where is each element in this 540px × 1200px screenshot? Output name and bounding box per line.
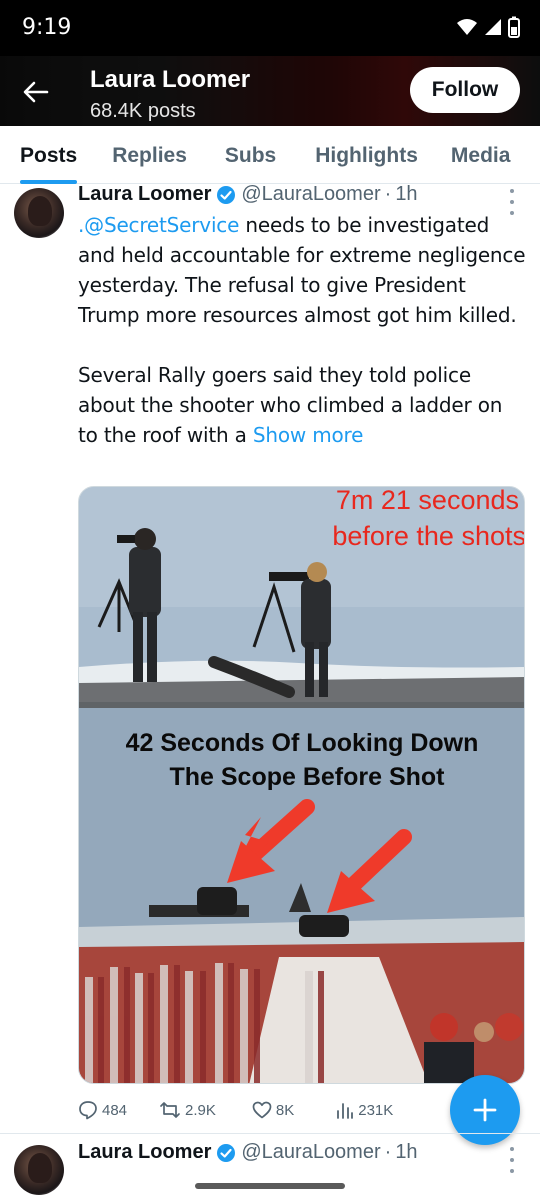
media-separator [79, 702, 524, 708]
profile-name: Laura Loomer [90, 66, 251, 93]
verified-badge-icon [216, 1143, 236, 1163]
tweet-handle[interactable]: @LauraLoomer [241, 1141, 380, 1164]
repost-button[interactable]: 2.9K [159, 1097, 216, 1123]
avatar[interactable] [14, 188, 64, 238]
more-options-icon[interactable] [506, 1147, 518, 1173]
show-more-link[interactable]: Show more [253, 423, 364, 447]
tweet-time[interactable]: 1h [395, 183, 417, 206]
profile-header: Laura Loomer 68.4K posts Follow [0, 56, 540, 126]
status-bar: 9:19 [0, 0, 540, 56]
media-photo-top [79, 487, 524, 702]
tweet-header: Laura Loomer @LauraLoomer · 1h [78, 183, 418, 206]
tab-subs[interactable]: Subs [225, 126, 276, 183]
reply-icon [79, 1101, 97, 1120]
tab-highlights[interactable]: Highlights [315, 126, 418, 183]
tweet-header: Laura Loomer @LauraLoomer · 1h [78, 1141, 418, 1164]
media-caption-top-line2: before the shots [332, 521, 525, 551]
wifi-icon [457, 19, 477, 35]
views-count: 231K [358, 1101, 394, 1119]
repost-icon [160, 1102, 180, 1118]
tweet-media[interactable]: 7m 21 seconds before the shots 42 Second… [78, 486, 525, 1084]
follow-button[interactable]: Follow [410, 67, 520, 113]
reply-button[interactable]: 484 [78, 1097, 127, 1123]
home-indicator[interactable] [195, 1183, 345, 1189]
battery-icon [508, 16, 520, 38]
tweet-handle[interactable]: @LauraLoomer [241, 183, 380, 206]
tweet-author-name[interactable]: Laura Loomer [78, 183, 211, 206]
like-button[interactable]: 8K [252, 1097, 294, 1123]
media-caption-bottom-line2: The Scope Before Shot [169, 763, 445, 791]
compose-button[interactable] [450, 1075, 520, 1145]
tweet-actions: 484 2.9K 8K 231K [78, 1097, 438, 1123]
tab-media[interactable]: Media [451, 126, 511, 183]
repost-count: 2.9K [185, 1101, 216, 1119]
profile-posts-count: 68.4K posts [90, 100, 196, 122]
media-caption-bottom-line1: 42 Seconds Of Looking Down [126, 729, 479, 757]
reply-count: 484 [102, 1101, 128, 1119]
back-button[interactable] [14, 70, 58, 114]
tweet-text: .@SecretService needs to be investigated… [78, 210, 528, 480]
tweet-time[interactable]: 1h [395, 1141, 417, 1164]
status-time: 9:19 [22, 15, 72, 40]
plus-icon [473, 1098, 497, 1122]
views-icon [337, 1103, 354, 1119]
tweet-separator: · [384, 183, 392, 205]
avatar[interactable] [14, 1145, 64, 1195]
tab-replies[interactable]: Replies [112, 126, 187, 183]
media-caption-top-line1: 7m 21 seconds [336, 487, 519, 515]
heart-icon [252, 1101, 272, 1119]
like-count: 8K [275, 1101, 295, 1119]
tweet-separator: · [384, 1141, 392, 1163]
tweet-author-name[interactable]: Laura Loomer [78, 1141, 211, 1164]
tweet-divider [0, 1133, 540, 1134]
status-icons [456, 16, 520, 38]
mention-link[interactable]: .@SecretService [78, 213, 239, 237]
tab-posts[interactable]: Posts [20, 126, 78, 184]
verified-badge-icon [216, 185, 236, 205]
signal-icon [485, 19, 501, 35]
profile-tabs: Posts Replies Subs Highlights Media [0, 126, 540, 184]
arrow-left-icon [23, 81, 49, 103]
views-button[interactable]: 231K [336, 1097, 393, 1123]
